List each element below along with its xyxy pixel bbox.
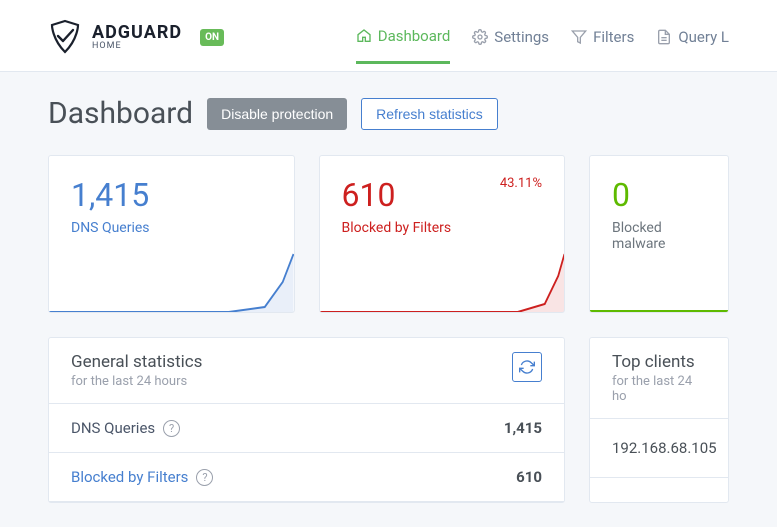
card-dns-queries[interactable]: 1,415 DNS Queries bbox=[48, 155, 295, 313]
adguard-shield-icon bbox=[48, 19, 82, 55]
nav-querylog-label: Query L bbox=[678, 28, 729, 46]
clients-subtitle: for the last 24 ho bbox=[612, 374, 706, 404]
client-row[interactable]: 192.168.68.105 bbox=[590, 419, 728, 478]
stat-row-blocked: Blocked by Filters ? 610 bbox=[49, 453, 564, 502]
stat-blocked-label[interactable]: Blocked by Filters bbox=[71, 468, 188, 486]
disable-protection-button[interactable]: Disable protection bbox=[207, 98, 347, 130]
dns-label: DNS Queries bbox=[71, 220, 272, 236]
brand-name: ADGUARD bbox=[92, 24, 182, 42]
nav-filters[interactable]: Filters bbox=[571, 28, 634, 62]
blocked-label: Blocked by Filters bbox=[342, 220, 543, 236]
stat-dns-label: DNS Queries bbox=[71, 419, 155, 437]
stat-dns-val: 1,415 bbox=[504, 419, 542, 437]
stats-header: General statistics for the last 24 hours bbox=[49, 338, 564, 404]
nav-dashboard-label: Dashboard bbox=[378, 27, 451, 45]
nav-settings[interactable]: Settings bbox=[472, 28, 549, 62]
malware-value: 0 bbox=[612, 176, 706, 214]
title-row: Dashboard Disable protection Refresh sta… bbox=[48, 96, 729, 131]
page: Dashboard Disable protection Refresh sta… bbox=[0, 72, 777, 527]
brand[interactable]: ADGUARD HOME ON bbox=[48, 19, 224, 55]
sparkline-icon bbox=[590, 252, 728, 312]
stats-title: General statistics bbox=[71, 352, 202, 372]
card-blocked-malware[interactable]: 0 Blocked malware bbox=[589, 155, 729, 313]
row2: General statistics for the last 24 hours… bbox=[48, 337, 729, 503]
general-stats-card: General statistics for the last 24 hours… bbox=[48, 337, 565, 503]
stat-row-dns: DNS Queries ? 1,415 bbox=[49, 404, 564, 453]
brand-sub: HOME bbox=[92, 42, 182, 51]
help-icon[interactable]: ? bbox=[163, 420, 180, 437]
clients-header: Top clients for the last 24 ho bbox=[590, 338, 728, 419]
refresh-icon bbox=[519, 359, 535, 375]
metric-cards: 1,415 DNS Queries 43.11% 610 Blocked by … bbox=[48, 155, 729, 313]
nav: Dashboard Settings Filters Query L bbox=[356, 27, 729, 48]
dns-value: 1,415 bbox=[71, 176, 272, 214]
stats-subtitle: for the last 24 hours bbox=[71, 374, 202, 389]
nav-dashboard[interactable]: Dashboard bbox=[356, 27, 451, 64]
home-icon bbox=[356, 28, 372, 44]
page-title: Dashboard bbox=[48, 96, 193, 131]
document-icon bbox=[656, 29, 672, 45]
stat-blocked-val: 610 bbox=[516, 468, 542, 486]
refresh-stats-button[interactable]: Refresh statistics bbox=[361, 98, 498, 130]
sparkline-icon bbox=[49, 252, 294, 312]
nav-settings-label: Settings bbox=[494, 28, 549, 46]
nav-filters-label: Filters bbox=[593, 28, 634, 46]
filter-icon bbox=[571, 29, 587, 45]
blocked-pct: 43.11% bbox=[500, 176, 542, 191]
clients-title: Top clients bbox=[612, 352, 706, 372]
malware-label: Blocked malware bbox=[612, 220, 706, 252]
gear-icon bbox=[472, 29, 488, 45]
sparkline-icon bbox=[320, 252, 565, 312]
client-ip: 192.168.68.105 bbox=[612, 439, 717, 457]
refresh-icon-button[interactable] bbox=[512, 352, 542, 382]
header: ADGUARD HOME ON Dashboard Settings Filte… bbox=[0, 0, 777, 72]
top-clients-card: Top clients for the last 24 ho 192.168.6… bbox=[589, 337, 729, 503]
card-blocked-filters[interactable]: 43.11% 610 Blocked by Filters bbox=[319, 155, 566, 313]
nav-querylog[interactable]: Query L bbox=[656, 28, 729, 62]
help-icon[interactable]: ? bbox=[196, 469, 213, 486]
status-badge: ON bbox=[200, 29, 224, 46]
